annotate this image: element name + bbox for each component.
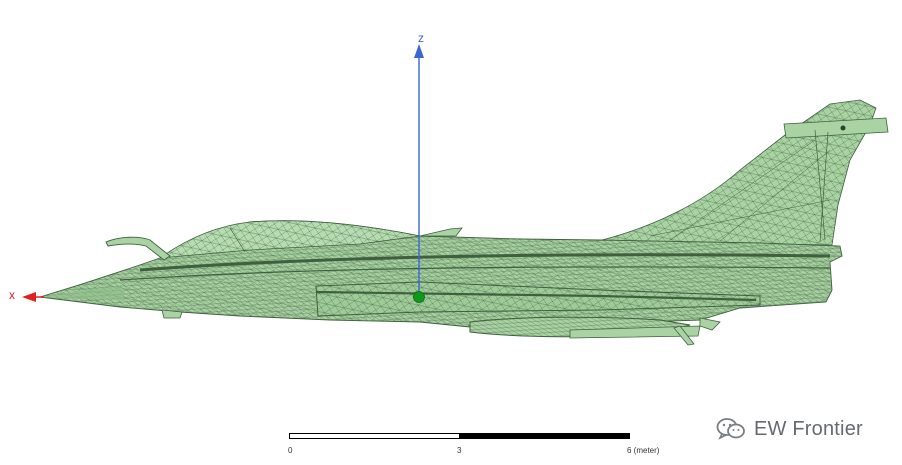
- x-axis-gizmo: x: [9, 288, 44, 302]
- aircraft-mesh-model[interactable]: [39, 99, 889, 346]
- refueling-probe: [105, 236, 171, 261]
- x-axis-label: x: [9, 288, 15, 302]
- center-of-gravity-marker: [413, 291, 425, 303]
- z-axis-label: z: [418, 31, 424, 45]
- 3d-viewport[interactable]: z x: [0, 0, 902, 465]
- scale-bar: 0 3 6 (meter): [288, 433, 659, 457]
- scale-tick-0: 0: [288, 446, 293, 455]
- scale-tick-6: 6 (meter): [627, 446, 660, 455]
- watermark: EW Frontier: [716, 414, 863, 444]
- scale-tick-3: 3: [457, 446, 462, 455]
- watermark-text: EW Frontier: [754, 417, 863, 440]
- fin-tip-fairing: [783, 117, 889, 139]
- wechat-icon: [716, 418, 745, 440]
